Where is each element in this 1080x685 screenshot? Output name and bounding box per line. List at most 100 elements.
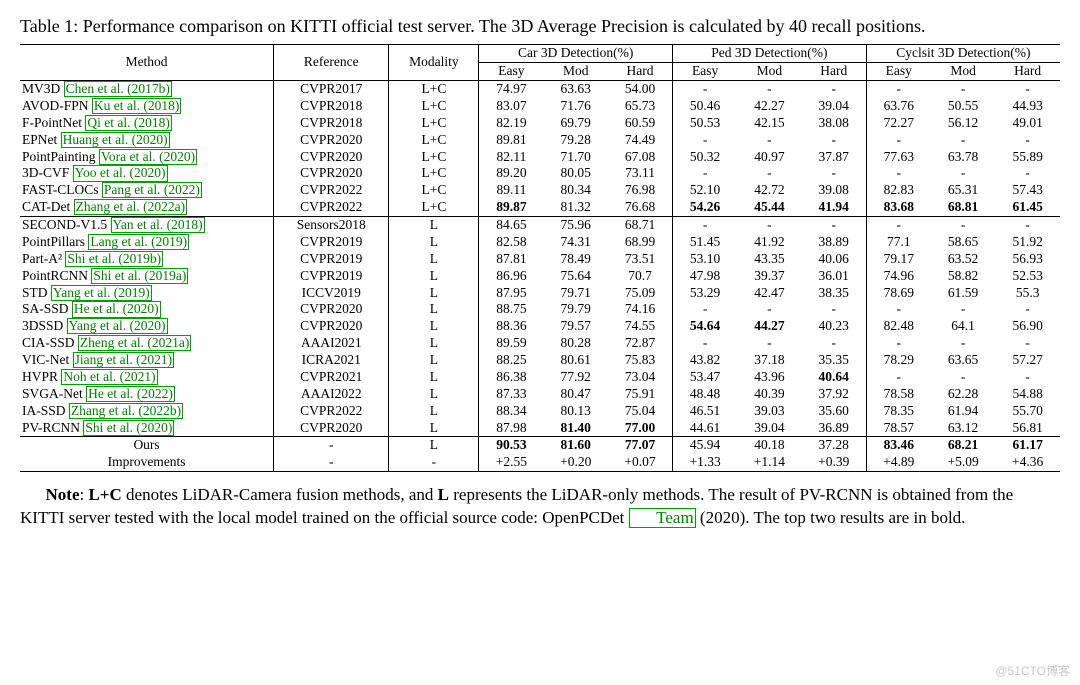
table-row: CAT-Det Zhang et al. (2022a)CVPR2022L+C8…	[20, 199, 1060, 216]
cell-method: SA-SSD He et al. (2020)	[20, 301, 274, 318]
cell-value: 82.83	[866, 182, 931, 199]
cell-method: Ours	[20, 437, 274, 454]
cell-modality: L	[389, 420, 479, 437]
citation-link[interactable]: Yang et al. (2020)	[67, 318, 168, 334]
cell-value: 57.43	[995, 182, 1060, 199]
table-row: FAST-CLOCs Pang et al. (2022)CVPR2022L+C…	[20, 182, 1060, 199]
citation-link[interactable]: Chen et al. (2017b)	[64, 81, 172, 97]
cell-value: 86.96	[479, 268, 544, 285]
cell-value: 77.1	[866, 234, 931, 251]
cell-value: 44.27	[737, 318, 802, 335]
cell-modality: -	[389, 454, 479, 471]
cell-method: SVGA-Net He et al. (2022)	[20, 386, 274, 403]
cell-value: 74.96	[866, 268, 931, 285]
cell-modality: L	[389, 268, 479, 285]
cell-value: 89.59	[479, 335, 544, 352]
citation-link[interactable]: Qi et al. (2018)	[85, 115, 171, 131]
cell-modality: L+C	[389, 199, 479, 216]
table-note: Note: L+C denotes LiDAR-Camera fusion me…	[20, 484, 1060, 530]
cell-modality: L	[389, 217, 479, 234]
note-text: (2020)	[696, 508, 746, 527]
cell-value: 58.82	[931, 268, 996, 285]
table-row: EPNet Huang et al. (2020)CVPR2020L+C89.8…	[20, 132, 1060, 149]
cell-reference: CVPR2020	[274, 318, 389, 335]
cell-value: 54.26	[673, 199, 738, 216]
cell-method: 3DSSD Yang et al. (2020)	[20, 318, 274, 335]
cell-value: 79.28	[543, 132, 608, 149]
table-row: VIC-Net Jiang et al. (2021)ICRA2021L88.2…	[20, 352, 1060, 369]
cell-reference: CVPR2018	[274, 115, 389, 132]
table-row: MV3D Chen et al. (2017b)CVPR2017L+C74.97…	[20, 81, 1060, 98]
cell-value: 83.46	[866, 437, 931, 454]
citation-link[interactable]: Jiang et al. (2021)	[73, 352, 174, 368]
cell-value: -	[737, 301, 802, 318]
col-hard: Hard	[608, 63, 673, 81]
citation-link[interactable]: Ku et al. (2018)	[92, 98, 181, 114]
cell-method: PointPainting Vora et al. (2020)	[20, 149, 274, 166]
cell-value: 82.19	[479, 115, 544, 132]
cell-method: VIC-Net Jiang et al. (2021)	[20, 352, 274, 369]
cell-value: 77.00	[608, 420, 673, 437]
cell-modality: L	[389, 403, 479, 420]
cell-reference: CVPR2020	[274, 165, 389, 182]
cell-value: 73.51	[608, 251, 673, 268]
citation-link[interactable]: Zheng et al. (2021a)	[78, 335, 191, 351]
cell-value: 80.13	[543, 403, 608, 420]
table-caption: Table 1: Performance comparison on KITTI…	[20, 14, 1060, 38]
table-row: Improvements--+2.55+0.20+0.07+1.33+1.14+…	[20, 454, 1060, 471]
cell-value: 42.27	[737, 98, 802, 115]
cell-value: 41.92	[737, 234, 802, 251]
cell-modality: L	[389, 437, 479, 454]
citation-link[interactable]: Lang et al. (2019)	[88, 234, 189, 250]
table-row: IA-SSD Zhang et al. (2022b)CVPR2022L88.3…	[20, 403, 1060, 420]
cell-value: 51.92	[995, 234, 1060, 251]
cell-modality: L	[389, 301, 479, 318]
citation-link[interactable]: Noh et al. (2021)	[61, 369, 157, 385]
citation-link[interactable]: Pang et al. (2022)	[102, 182, 202, 198]
table-row: PV-RCNN Shi et al. (2020)CVPR2020L87.988…	[20, 420, 1060, 437]
citation-link[interactable]: Vora et al. (2020)	[99, 149, 197, 165]
cell-value: 89.11	[479, 182, 544, 199]
citation-link[interactable]: Yang et al. (2019)	[51, 285, 152, 301]
citation-link[interactable]: Shi et al. (2019a)	[91, 268, 188, 284]
cell-value: 61.94	[931, 403, 996, 420]
col-modality: Modality	[389, 45, 479, 81]
cell-value: 38.08	[802, 115, 867, 132]
cell-value: 83.07	[479, 98, 544, 115]
cell-value: 63.63	[543, 81, 608, 98]
cell-value: 77.63	[866, 149, 931, 166]
cell-value: -	[995, 81, 1060, 98]
cell-reference: -	[274, 454, 389, 471]
cell-value: 63.52	[931, 251, 996, 268]
col-mod: Mod	[737, 63, 802, 81]
cell-value: 76.68	[608, 199, 673, 216]
cell-value: -	[802, 81, 867, 98]
citation-link[interactable]: He et al. (2020)	[72, 301, 161, 317]
cell-value: 51.45	[673, 234, 738, 251]
cell-value: 60.59	[608, 115, 673, 132]
cell-modality: L	[389, 386, 479, 403]
cell-value: 75.64	[543, 268, 608, 285]
citation-link[interactable]: Huang et al. (2020)	[61, 132, 170, 148]
cell-value: 50.55	[931, 98, 996, 115]
cell-value: 63.76	[866, 98, 931, 115]
citation-link[interactable]: He et al. (2022)	[86, 386, 175, 402]
cell-value: 89.87	[479, 199, 544, 216]
cell-value: 71.76	[543, 98, 608, 115]
cell-value: 40.23	[802, 318, 867, 335]
citation-link[interactable]: Shi et al. (2019b)	[65, 251, 163, 267]
citation-link[interactable]: Team	[629, 508, 696, 528]
cell-value: 42.47	[737, 285, 802, 302]
citation-link[interactable]: Zhang et al. (2022a)	[74, 199, 187, 215]
citation-link[interactable]: Yoo et al. (2020)	[73, 165, 168, 181]
citation-link[interactable]: Zhang et al. (2022b)	[69, 403, 183, 419]
cell-reference: CVPR2022	[274, 199, 389, 216]
cell-modality: L	[389, 352, 479, 369]
cell-value: 79.57	[543, 318, 608, 335]
cell-method: PointRCNN Shi et al. (2019a)	[20, 268, 274, 285]
citation-link[interactable]: Yan et al. (2018)	[111, 217, 205, 233]
citation-link[interactable]: Shi et al. (2020)	[83, 420, 174, 436]
cell-value: 87.33	[479, 386, 544, 403]
cell-value: 75.96	[543, 217, 608, 234]
cell-value: -	[673, 217, 738, 234]
